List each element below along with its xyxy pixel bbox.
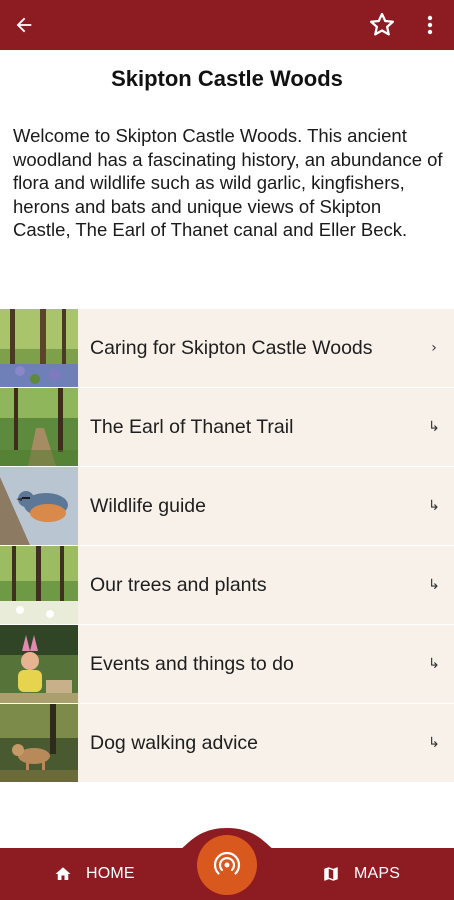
page-title: Skipton Castle Woods: [111, 66, 343, 91]
trail-thumbnail: [0, 388, 78, 466]
nearby-signal-button[interactable]: [197, 835, 257, 895]
subdirectory-arrow-icon: ↳: [428, 735, 440, 751]
intro-text: Welcome to Skipton Castle Woods. This an…: [13, 125, 443, 240]
menu-item-dog-walking[interactable]: Dog walking advice ↳: [0, 704, 454, 783]
more-options-button[interactable]: [406, 1, 454, 49]
subdirectory-arrow-icon: ↳: [428, 498, 440, 514]
menu-item-label: The Earl of Thanet Trail: [90, 415, 294, 438]
subdirectory-arrow-icon: ↳: [428, 419, 440, 435]
subdirectory-arrow-icon: ↳: [428, 577, 440, 593]
caring-thumbnail: [0, 309, 78, 387]
wildlife-thumbnail: [0, 467, 78, 545]
back-button[interactable]: [0, 1, 48, 49]
app-bar: [0, 0, 454, 50]
map-icon: [322, 865, 340, 883]
menu-item-label: Events and things to do: [90, 652, 294, 675]
events-thumbnail: [0, 625, 78, 703]
home-icon: [54, 865, 72, 883]
nav-maps-button[interactable]: MAPS: [322, 848, 400, 900]
nfc-signal-icon: [213, 851, 241, 875]
nav-home-label: HOME: [86, 865, 135, 882]
chevron-right-icon: ›: [431, 340, 437, 356]
menu-item-label: Dog walking advice: [90, 731, 259, 754]
menu-item-label: Wildlife guide: [90, 494, 206, 517]
menu-item-trail[interactable]: The Earl of Thanet Trail ↳: [0, 388, 454, 467]
favorite-button[interactable]: [358, 1, 406, 49]
trees-thumbnail: [0, 546, 78, 624]
menu-item-caring[interactable]: Caring for Skipton Castle Woods ›: [0, 309, 454, 388]
subdirectory-arrow-icon: ↳: [428, 656, 440, 672]
menu-item-wildlife[interactable]: Wildlife guide ↳: [0, 467, 454, 546]
star-outline-icon: [370, 12, 394, 36]
menu-item-label: Caring for Skipton Castle Woods: [90, 336, 373, 359]
nav-maps-label: MAPS: [354, 865, 401, 882]
nav-home-button[interactable]: HOME: [54, 848, 135, 900]
dog-walking-thumbnail: [0, 704, 78, 782]
menu-item-events[interactable]: Events and things to do ↳: [0, 625, 454, 704]
menu-item-trees[interactable]: Our trees and plants ↳: [0, 546, 454, 625]
arrow-back-icon: [16, 17, 32, 33]
more-vert-icon: [427, 15, 433, 35]
menu-item-label: Our trees and plants: [90, 573, 267, 596]
section-menu: Caring for Skipton Castle Woods › The Ea…: [0, 309, 454, 783]
